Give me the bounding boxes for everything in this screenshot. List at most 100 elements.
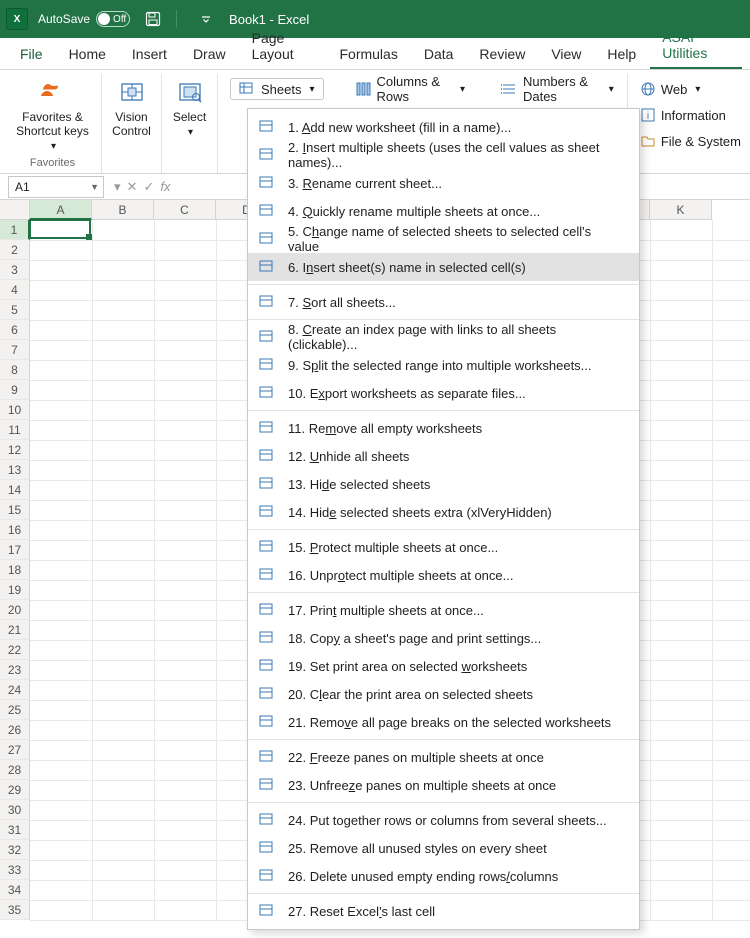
row-header[interactable]: 32 [0, 840, 30, 860]
fx-icon[interactable]: fx [160, 179, 170, 194]
row-header[interactable]: 26 [0, 720, 30, 740]
menu-item[interactable]: 7. Sort all sheets... [248, 288, 639, 316]
row-header[interactable]: 20 [0, 600, 30, 620]
menu-item[interactable]: 25. Remove all unused styles on every sh… [248, 834, 639, 862]
menu-item[interactable]: 18. Copy a sheet's page and print settin… [248, 624, 639, 652]
row-header[interactable]: 1 [0, 220, 30, 240]
row-header[interactable]: 2 [0, 240, 30, 260]
menu-item[interactable]: 9. Split the selected range into multipl… [248, 351, 639, 379]
row-header[interactable]: 3 [0, 260, 30, 280]
tab-review[interactable]: Review [467, 40, 537, 69]
row-header[interactable]: 27 [0, 740, 30, 760]
tab-insert[interactable]: Insert [120, 40, 179, 69]
row-header[interactable]: 7 [0, 340, 30, 360]
column-header[interactable]: K [650, 200, 712, 220]
confirm-icon[interactable]: ✓ [143, 179, 154, 195]
row-header[interactable]: 11 [0, 420, 30, 440]
row-header[interactable]: 29 [0, 780, 30, 800]
row-header[interactable]: 23 [0, 660, 30, 680]
favorites-button[interactable]: Favorites &Shortcut keys ▾ [12, 76, 93, 154]
row-header[interactable]: 10 [0, 400, 30, 420]
numbers-dates-dropdown[interactable]: Numbers & Dates ▾ [496, 78, 619, 100]
menu-separator [248, 592, 639, 593]
tab-home[interactable]: Home [57, 40, 118, 69]
column-header[interactable]: B [92, 200, 154, 220]
cancel-icon[interactable]: ✕ [127, 179, 138, 195]
row-header[interactable]: 14 [0, 480, 30, 500]
menu-item[interactable]: 17. Print multiple sheets at once... [248, 596, 639, 624]
row-header[interactable]: 13 [0, 460, 30, 480]
select-all-corner[interactable] [0, 200, 30, 220]
information-dropdown[interactable]: i Information [636, 104, 746, 126]
qat-customize[interactable] [193, 6, 219, 32]
row-header[interactable]: 19 [0, 580, 30, 600]
name-box[interactable]: A1 ▼ [8, 176, 104, 198]
column-header[interactable]: C [154, 200, 216, 220]
menu-item[interactable]: 11. Remove all empty worksheets [248, 414, 639, 442]
menu-item[interactable]: 10. Export worksheets as separate files.… [248, 379, 639, 407]
autosave-switch[interactable]: Off [96, 11, 130, 27]
row-header[interactable]: 16 [0, 520, 30, 540]
row-header[interactable]: 25 [0, 700, 30, 720]
row-header[interactable]: 21 [0, 620, 30, 640]
menu-item[interactable]: 8. Create an index page with links to al… [248, 323, 639, 351]
autosave-toggle[interactable]: AutoSave Off [38, 11, 130, 27]
columns-rows-dropdown[interactable]: Columns & Rows ▾ [350, 78, 470, 100]
menu-item[interactable]: 6. Insert sheet(s) name in selected cell… [248, 253, 639, 281]
menu-item[interactable]: 2. Insert multiple sheets (uses the cell… [248, 141, 639, 169]
web-dropdown[interactable]: Web ▾ [636, 78, 746, 100]
menu-item[interactable]: 3. Rename current sheet... [248, 169, 639, 197]
row-header[interactable]: 34 [0, 880, 30, 900]
menu-item[interactable]: 21. Remove all page breaks on the select… [248, 708, 639, 736]
column-header[interactable]: A [30, 200, 92, 220]
row-header[interactable]: 15 [0, 500, 30, 520]
dropdown-icon[interactable]: ▾ [114, 179, 121, 195]
row-header[interactable]: 4 [0, 280, 30, 300]
menu-item[interactable]: 19. Set print area on selected worksheet… [248, 652, 639, 680]
menu-item[interactable]: 27. Reset Excel's last cell [248, 897, 639, 925]
menu-item[interactable]: 1. Add new worksheet (fill in a name)... [248, 113, 639, 141]
menu-item[interactable]: 24. Put together rows or columns from se… [248, 806, 639, 834]
menu-item[interactable]: 4. Quickly rename multiple sheets at onc… [248, 197, 639, 225]
tab-data[interactable]: Data [412, 40, 466, 69]
menu-item[interactable]: 14. Hide selected sheets extra (xlVeryHi… [248, 498, 639, 526]
tab-formulas[interactable]: Formulas [327, 40, 409, 69]
vision-control-button[interactable]: VisionControl [105, 76, 159, 138]
tab-file[interactable]: File [8, 40, 55, 69]
row-header[interactable]: 35 [0, 900, 30, 920]
row-header[interactable]: 8 [0, 360, 30, 380]
row-header[interactable]: 18 [0, 560, 30, 580]
tab-asap-utilities[interactable]: ASAP Utilities [650, 23, 742, 69]
row-header[interactable]: 30 [0, 800, 30, 820]
menu-item[interactable]: 5. Change name of selected sheets to sel… [248, 225, 639, 253]
tab-help[interactable]: Help [595, 40, 648, 69]
row-header[interactable]: 33 [0, 860, 30, 880]
tab-view[interactable]: View [539, 40, 593, 69]
menu-item[interactable]: 23. Unfreeze panes on multiple sheets at… [248, 771, 639, 799]
row-header[interactable]: 24 [0, 680, 30, 700]
menu-item[interactable]: 16. Unprotect multiple sheets at once... [248, 561, 639, 589]
row-header[interactable]: 31 [0, 820, 30, 840]
row-header[interactable]: 22 [0, 640, 30, 660]
menu-item[interactable]: 12. Unhide all sheets [248, 442, 639, 470]
filesystem-dropdown[interactable]: File & System [636, 130, 746, 152]
sheets-dropdown[interactable]: Sheets ▾ [230, 78, 324, 100]
menu-item[interactable]: 13. Hide selected sheets [248, 470, 639, 498]
row-header[interactable]: 28 [0, 760, 30, 780]
select-button[interactable]: Select▾ [163, 76, 217, 140]
row-header[interactable]: 9 [0, 380, 30, 400]
row-headers: 1234567891011121314151617181920212223242… [0, 220, 30, 920]
menu-item[interactable]: 15. Protect multiple sheets at once... [248, 533, 639, 561]
save-button[interactable] [140, 6, 166, 32]
tab-draw[interactable]: Draw [181, 40, 238, 69]
menu-item[interactable]: 20. Clear the print area on selected she… [248, 680, 639, 708]
row-header[interactable]: 17 [0, 540, 30, 560]
row-header[interactable]: 5 [0, 300, 30, 320]
chevron-down-icon[interactable]: ▼ [90, 182, 99, 192]
row-header[interactable]: 6 [0, 320, 30, 340]
tab-page-layout[interactable]: Page Layout [240, 24, 326, 69]
active-cell[interactable] [29, 219, 91, 239]
menu-item[interactable]: 26. Delete unused empty ending rows/colu… [248, 862, 639, 890]
row-header[interactable]: 12 [0, 440, 30, 460]
menu-item[interactable]: 22. Freeze panes on multiple sheets at o… [248, 743, 639, 771]
